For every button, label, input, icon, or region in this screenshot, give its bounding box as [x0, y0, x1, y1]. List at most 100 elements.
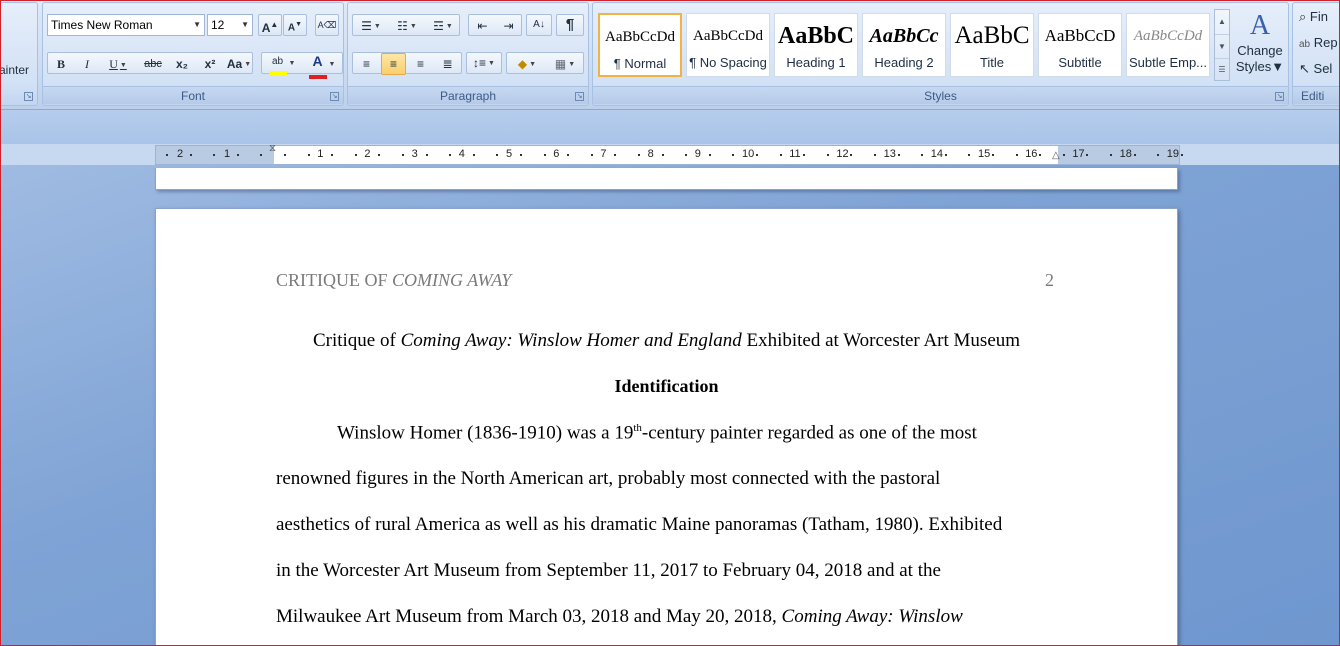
ruler-tick-mark [590, 154, 593, 156]
subscript-button[interactable]: x₂ [169, 53, 195, 75]
ruler-tick-mark [307, 154, 310, 156]
ruler-number: 5 [506, 148, 513, 160]
style-heading-1[interactable]: AaBbC Heading 1 [774, 13, 858, 77]
binoculars-icon: ⌕ [1299, 9, 1307, 24]
style-subtle-emphasis[interactable]: AaBbCcDd Subtle Emp... [1126, 13, 1210, 77]
find-button[interactable]: ⌕ Fin [1299, 9, 1328, 25]
first-line-indent-marker-icon[interactable]: ⧖ [269, 144, 276, 154]
ruler-tick-mark [1133, 154, 1136, 156]
ruler-tick-mark [520, 154, 522, 156]
font-group-label: Font [43, 86, 343, 104]
font-color-letter: A [312, 53, 323, 69]
replace-button[interactable]: ab Rep [1299, 35, 1338, 50]
highlight-button[interactable]: ab ▼ [263, 53, 301, 75]
align-center-button[interactable]: ≡ [381, 53, 406, 75]
bold-button[interactable]: B [49, 53, 73, 75]
justify-button[interactable]: ≣ [435, 53, 460, 75]
format-painter-button[interactable]: ainter [0, 63, 29, 77]
borders-button[interactable]: ▦ ▼ [548, 53, 582, 75]
strikethrough-button[interactable]: abc [139, 53, 167, 75]
style-subtle-emphasis-sample: AaBbCcDd [1133, 28, 1203, 44]
ruler-tick-mark [260, 154, 263, 156]
style-title[interactable]: AaBbC Title [950, 13, 1034, 77]
italic-button[interactable]: I [75, 53, 99, 75]
ruler-tick-mark [685, 154, 688, 156]
style-normal-name: ¶ Normal [613, 56, 667, 71]
scroll-up-icon[interactable]: ▲ [1215, 10, 1229, 34]
decrease-indent-button[interactable]: ⇤ [470, 15, 495, 37]
replace-label: Rep [1313, 35, 1338, 50]
ruler-tick-mark [850, 154, 853, 156]
editing-group: ⌕ Fin ab Rep ↖ Sel Editi [1292, 2, 1340, 106]
numbering-button[interactable]: ☷ ▼ [390, 15, 424, 37]
chevron-down-icon: ▼ [241, 20, 249, 29]
line5-plain: Milwaukee Art Museum from March 03, 2018… [276, 606, 782, 627]
change-styles-button[interactable]: A Change Styles▼ [1233, 9, 1287, 87]
style-normal[interactable]: AaBbCcDd ¶ Normal [598, 13, 682, 77]
title-part-2: Exhibited at Worcester Art Museum [741, 330, 1021, 351]
ruler-tick-mark [638, 154, 640, 156]
change-styles-label-2: Styles [1235, 59, 1272, 74]
scroll-down-icon[interactable]: ▼ [1215, 34, 1229, 58]
ruler-tick-mark [449, 154, 452, 156]
ruler-number: 4 [458, 148, 465, 160]
underline-button[interactable]: U ▼ [101, 53, 135, 75]
shading-button[interactable]: ◆ ▼ [508, 53, 546, 75]
ruler-tick-mark [944, 154, 947, 156]
horizontal-ruler[interactable]: 2 1 1 2 3 4 5 6 7 8 9 10 11 12 13 14 15 16 17 18 19 ⧖ △ [155, 144, 1183, 165]
title-italic-part: Coming Away: Winslow Homer and England [400, 330, 742, 351]
style-no-spacing[interactable]: AaBbCcDd ¶ No Spacing [686, 13, 770, 77]
align-right-button[interactable]: ≡ [408, 53, 433, 75]
ruler-tick-mark [968, 154, 971, 156]
ruler-tick-mark [543, 154, 546, 156]
line-spacing-button[interactable]: ↕≡ ▼ [466, 52, 502, 74]
paragraph-dialog-launcher-icon[interactable]: ↘ [575, 92, 584, 101]
ruler-tick-mark [614, 154, 617, 156]
ruler-number: 16 [1025, 148, 1038, 160]
select-button[interactable]: ↖ Sel [1299, 61, 1332, 77]
font-group: Times New Roman ▼ 12 ▼ A▲ A▼ A⌫ B I U ▼ a… [42, 2, 344, 106]
ruler-tick-mark [1039, 154, 1042, 156]
font-name-combo[interactable]: Times New Roman ▼ [47, 14, 205, 36]
change-case-button[interactable]: Aa ▼ [225, 53, 253, 75]
ruler-tick-mark [921, 154, 924, 156]
body-line-3: aesthetics of rural America as well as h… [276, 514, 1003, 535]
styles-dialog-launcher-icon[interactable]: ↘ [1275, 92, 1284, 101]
page-number: 2 [1045, 270, 1054, 290]
superscript-button[interactable]: x² [197, 53, 223, 75]
ruler-number: 3 [411, 148, 418, 160]
ruler-band [0, 110, 1340, 144]
editing-group-label: Editi [1293, 86, 1340, 104]
style-heading-2[interactable]: AaBbCc Heading 2 [862, 13, 946, 77]
grow-font-button[interactable]: A▲ [258, 14, 282, 36]
style-subtitle[interactable]: AaBbCcD Subtitle [1038, 13, 1122, 77]
increase-indent-button[interactable]: ⇥ [496, 15, 521, 37]
running-head-italic: COMING AWAY [392, 270, 512, 290]
sort-icon: A↓ [533, 19, 545, 30]
running-head: CRITIQUE OF COMING AWAY [276, 270, 511, 291]
document-page[interactable]: CRITIQUE OF COMING AWAY 2 Critique of Co… [155, 208, 1178, 646]
clear-formatting-button[interactable]: A⌫ [315, 14, 339, 36]
gallery-more-icon[interactable]: ☰ [1215, 58, 1229, 80]
show-marks-button[interactable]: ¶ [556, 14, 584, 36]
shrink-font-button[interactable]: A▼ [283, 14, 307, 36]
font-color-button[interactable]: A ▼ [303, 53, 341, 79]
right-indent-marker-icon[interactable]: △ [1052, 150, 1060, 161]
ruler-number: 17 [1072, 148, 1085, 160]
ruler-tick-mark [354, 154, 357, 156]
font-color-swatch [308, 75, 327, 79]
ruler-tick-mark [189, 154, 192, 156]
styles-scroll: ▲ ▼ ☰ [1214, 9, 1230, 81]
font-size-combo[interactable]: 12 ▼ [207, 14, 253, 36]
clipboard-launcher-icon[interactable]: ↘ [24, 92, 33, 101]
sort-button[interactable]: A↓ [526, 14, 552, 36]
ruler-number: 7 [600, 148, 607, 160]
bullets-button[interactable]: ☰ ▼ [354, 15, 388, 37]
ruler-number: 11 [789, 148, 801, 160]
align-center-icon: ≡ [389, 57, 397, 71]
ruler-tick-mark [1110, 154, 1112, 156]
multilevel-list-button[interactable]: ☲ ▼ [426, 15, 460, 37]
align-left-button[interactable]: ≡ [354, 53, 379, 75]
font-dialog-launcher-icon[interactable]: ↘ [330, 92, 339, 101]
multilevel-list-icon: ☲ [433, 19, 444, 33]
